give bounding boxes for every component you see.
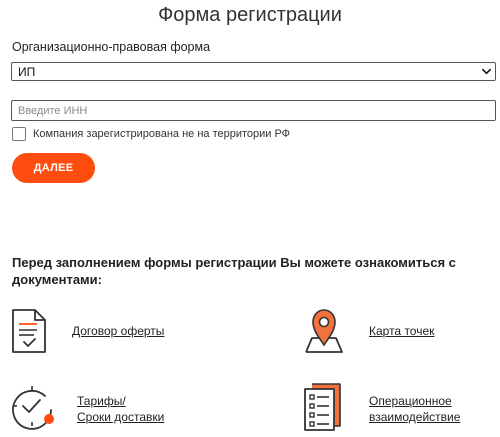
foreign-company-checkbox[interactable] bbox=[12, 127, 26, 141]
map-link[interactable]: Карта точек bbox=[369, 323, 434, 340]
operations-link-line2[interactable]: взаимодействие bbox=[369, 409, 460, 426]
clock-checkmark-icon bbox=[12, 386, 54, 430]
chevron-down-icon bbox=[482, 68, 491, 75]
org-form-select[interactable]: ИП bbox=[11, 62, 496, 81]
map-pin-icon bbox=[305, 309, 343, 353]
next-button[interactable]: ДАЛЕЕ bbox=[12, 153, 95, 183]
page-title: Форма регистрации bbox=[158, 4, 342, 26]
checklist-document-icon bbox=[304, 383, 341, 431]
contract-document-icon bbox=[12, 309, 46, 353]
operations-link-line1[interactable]: Операционное bbox=[369, 393, 452, 410]
org-form-label: Организационно-правовая форма bbox=[12, 40, 211, 54]
tariffs-link-line1[interactable]: Тарифы/ bbox=[77, 393, 126, 410]
inn-input[interactable] bbox=[11, 100, 496, 121]
documents-heading: Перед заполнением формы регистрации Вы м… bbox=[12, 255, 456, 287]
foreign-company-checkbox-label[interactable]: Компания зарегистрирована не на территор… bbox=[33, 128, 290, 140]
tariffs-link-line2[interactable]: Сроки доставки bbox=[77, 409, 164, 426]
org-form-select-value: ИП bbox=[18, 65, 36, 79]
contract-link[interactable]: Договор оферты bbox=[72, 323, 164, 340]
